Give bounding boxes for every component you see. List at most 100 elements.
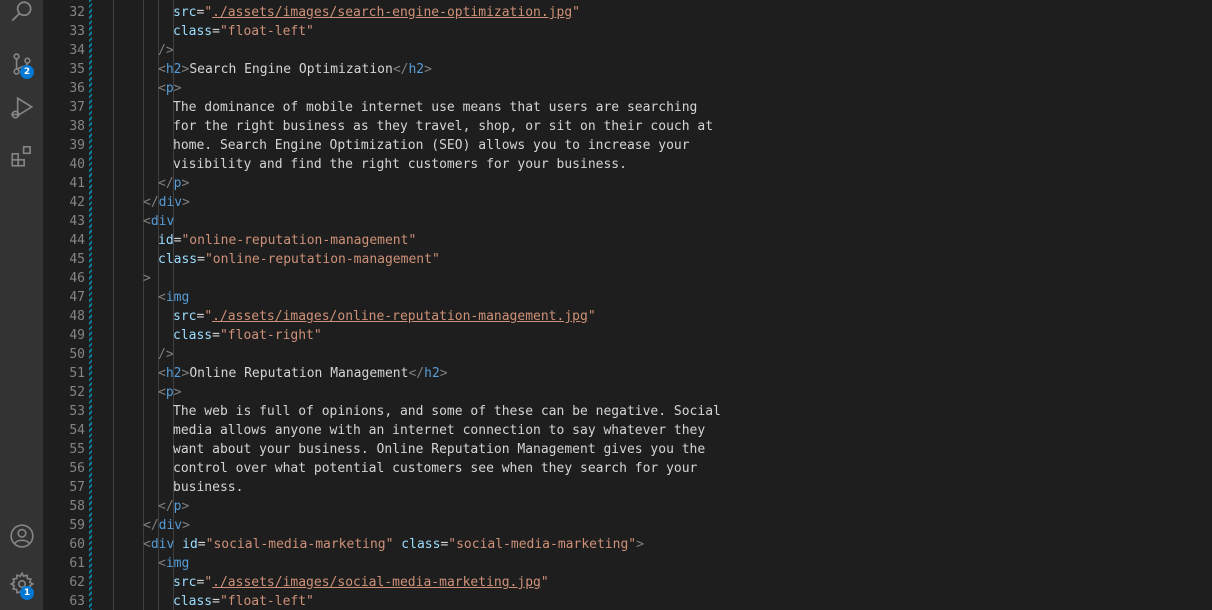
code-line[interactable]: <p> — [158, 79, 181, 98]
code-token: < — [143, 537, 151, 552]
code-token: /> — [158, 347, 174, 362]
code-token: src — [173, 309, 197, 324]
code-line[interactable]: The web is full of opinions, and some of… — [173, 402, 721, 421]
code-token: h2 — [165, 62, 182, 77]
search-button[interactable] — [0, 0, 43, 32]
code-token[interactable]: ./assets/images/search-engine-optimizati… — [212, 5, 572, 20]
code-line[interactable]: for the right business as they travel, s… — [173, 117, 713, 136]
code-line[interactable]: class="online-reputation-management" — [158, 250, 440, 269]
code-token: src — [173, 5, 197, 20]
code-token: /> — [158, 43, 174, 58]
code-line[interactable]: src="./assets/images/online-reputation-m… — [173, 307, 596, 326]
code-line[interactable]: home. Search Engine Optimization (SEO) a… — [173, 136, 690, 155]
code-token: div — [158, 518, 183, 533]
code-line[interactable]: src="./assets/images/search-engine-optim… — [173, 3, 580, 22]
code-line[interactable]: </div> — [143, 193, 190, 212]
code-line[interactable]: <img — [158, 288, 189, 307]
source-control-badge: 2 — [20, 65, 34, 79]
code-token: </ — [158, 176, 174, 191]
code-token[interactable]: ./assets/images/social-media-marketing.j… — [212, 575, 541, 590]
code-token: The web is full of opinions, and some of… — [173, 404, 721, 419]
code-line[interactable]: /> — [158, 345, 174, 364]
code-line[interactable]: id="online-reputation-management" — [158, 231, 416, 250]
code-token: < — [143, 214, 151, 229]
code-token: class — [401, 537, 441, 552]
code-token: "social-media-marketing" — [448, 537, 637, 552]
code-token: want about your business. Online Reputat… — [173, 442, 706, 457]
code-token: > — [439, 366, 448, 381]
code-token: business. — [173, 480, 244, 495]
code-token: </ — [158, 499, 174, 514]
code-line[interactable]: want about your business. Online Reputat… — [173, 440, 705, 459]
code-line[interactable]: class="float-right" — [173, 326, 322, 345]
code-line[interactable]: > — [143, 269, 151, 288]
code-line[interactable]: <img — [158, 554, 189, 573]
code-editor[interactable]: 32 33 34 35 36 37 38 39 40 41 42 43 44 45 46 47 48 49 50 51… — [43, 0, 1212, 610]
code-token: > — [182, 195, 190, 210]
code-token: id — [158, 233, 174, 248]
code-token: < — [158, 81, 166, 96]
code-token: </ — [408, 366, 425, 381]
accounts-button[interactable] — [0, 516, 43, 556]
code-token: " — [204, 5, 213, 20]
code-line[interactable]: <p> — [158, 383, 181, 402]
extensions-icon — [10, 145, 31, 167]
code-token: media allows anyone with an internet con… — [173, 423, 706, 438]
code-token: "social-media-marketing" — [205, 537, 394, 552]
code-token: > — [424, 62, 432, 77]
code-token: </ — [143, 518, 159, 533]
code-token: src — [173, 575, 197, 590]
code-token: h2 — [165, 366, 182, 381]
code-token: "float-left" — [219, 594, 314, 609]
extensions-button[interactable] — [0, 136, 43, 176]
code-token: img — [165, 290, 190, 305]
code-token: </ — [143, 195, 159, 210]
run-debug-button[interactable] — [0, 88, 43, 128]
code-token: h2 — [424, 366, 440, 381]
code-line[interactable]: visibility and find the right customers … — [173, 155, 627, 174]
code-token: The dominance of mobile internet use mea… — [173, 100, 698, 115]
code-line[interactable]: </p> — [158, 174, 189, 193]
code-token: div — [150, 214, 175, 229]
code-token: > — [181, 499, 190, 514]
code-line[interactable]: /> — [158, 41, 174, 60]
code-line[interactable]: The dominance of mobile internet use mea… — [173, 98, 697, 117]
code-token: h2 — [408, 62, 425, 77]
source-control-button[interactable]: 2 — [0, 44, 43, 84]
code-line[interactable]: src="./assets/images/social-media-market… — [173, 573, 549, 592]
code-token: < — [158, 366, 166, 381]
code-token: class — [173, 24, 213, 39]
code-line[interactable]: </p> — [158, 497, 189, 516]
code-area[interactable]: src="./assets/images/search-engine-optim… — [43, 0, 1212, 610]
code-token: class — [158, 252, 198, 267]
code-line[interactable]: <div — [143, 212, 174, 231]
code-token: img — [165, 556, 190, 571]
code-token: Search Engine Optimization — [189, 62, 393, 77]
code-token: "float-left" — [219, 24, 314, 39]
code-token: = — [197, 537, 206, 552]
code-token: = — [212, 328, 220, 343]
code-line[interactable]: <h2>Online Reputation Management</h2> — [158, 364, 448, 383]
code-token: id — [182, 537, 198, 552]
code-token: > — [173, 81, 182, 96]
code-token: > — [636, 537, 644, 552]
code-line[interactable]: control over what potential customers se… — [173, 459, 697, 478]
code-token: "float-right" — [219, 328, 322, 343]
code-token: p — [165, 385, 174, 400]
code-token: = — [197, 252, 205, 267]
code-line[interactable]: class="float-left" — [173, 592, 314, 610]
code-token: </ — [392, 62, 409, 77]
code-token: control over what potential customers se… — [173, 461, 698, 476]
code-token: "online-reputation-management" — [204, 252, 440, 267]
code-line[interactable]: media allows anyone with an internet con… — [173, 421, 705, 440]
code-token[interactable]: ./assets/images/online-reputation-manage… — [212, 309, 588, 324]
code-token: " — [540, 575, 549, 590]
code-token: = — [212, 594, 220, 609]
code-line[interactable]: </div> — [143, 516, 190, 535]
code-token: for the right business as they travel, s… — [173, 119, 714, 134]
code-line[interactable]: <h2>Search Engine Optimization</h2> — [158, 60, 432, 79]
code-line[interactable]: business. — [173, 478, 243, 497]
manage-button[interactable]: 1 — [0, 564, 43, 604]
code-line[interactable]: class="float-left" — [173, 22, 314, 41]
code-line[interactable]: <div id="social-media-marketing" class="… — [143, 535, 644, 554]
